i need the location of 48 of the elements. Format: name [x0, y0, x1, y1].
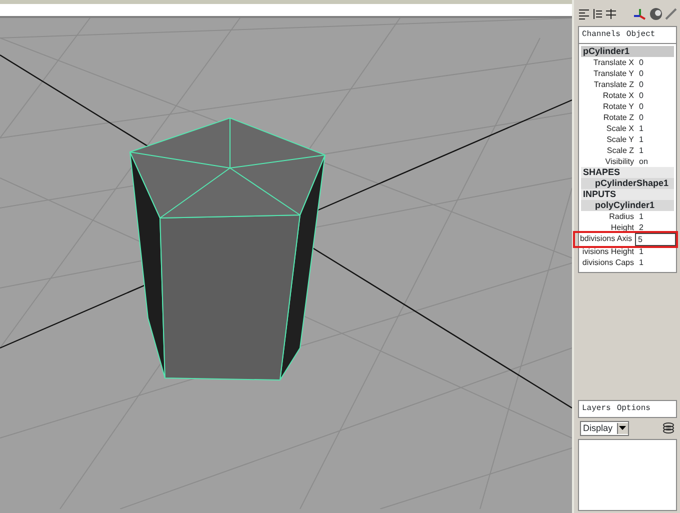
node-name[interactable]: pCylinder1 — [581, 46, 674, 57]
list-icon[interactable] — [591, 8, 603, 20]
align-left-icon[interactable] — [578, 8, 590, 20]
attribute-label: Translate X — [592, 57, 635, 68]
menu-item[interactable]: Options — [616, 402, 650, 414]
attribute-label: Scale Y — [606, 134, 635, 145]
sphere-icon[interactable] — [648, 7, 662, 21]
menu-item[interactable]: Layers — [582, 402, 611, 414]
attribute-value[interactable]: 2 — [637, 222, 674, 233]
attribute-value[interactable]: 0 — [637, 101, 674, 112]
axes-icon[interactable] — [633, 7, 646, 21]
attribute-value[interactable]: on — [637, 156, 674, 167]
attribute-label: Scale Z — [606, 145, 635, 156]
attribute-label: Visibility — [604, 156, 635, 167]
attribute-label: Rotate Y — [602, 101, 635, 112]
attribute-value[interactable]: 0 — [637, 90, 674, 101]
attribute-value[interactable]: 0 — [637, 57, 674, 68]
value-field[interactable]: 5 — [635, 233, 676, 246]
attribute-value[interactable]: 1 — [637, 134, 674, 145]
attribute-label: Rotate Z — [602, 112, 635, 123]
section-header: SHAPES — [581, 167, 674, 178]
attribute-label: divisions Caps — [581, 257, 635, 268]
attribute-value[interactable]: 1 — [637, 123, 674, 134]
attribute-label: Rotate X — [602, 90, 635, 101]
attribute-label: ivisions Height — [581, 246, 635, 257]
display-dropdown[interactable]: Display — [580, 420, 629, 436]
menu-item[interactable]: Object — [626, 29, 656, 41]
attribute-value[interactable]: 1 — [637, 246, 674, 257]
attribute-value[interactable]: 1 — [637, 145, 674, 156]
attribute-label: Translate Z — [592, 79, 635, 90]
menu-item[interactable]: Channels — [582, 29, 620, 41]
attribute-label: bdivisions Axis — [579, 233, 633, 245]
attribute-label: Translate Y — [592, 68, 635, 79]
attribute-value[interactable]: 1 — [637, 257, 674, 268]
attribute-label: Radius — [608, 211, 635, 222]
node-name[interactable]: pCylinderShape1 — [581, 178, 674, 189]
attribute-value[interactable]: 0 — [637, 68, 674, 79]
command-field[interactable] — [0, 0, 572, 18]
list-icon[interactable] — [604, 8, 616, 20]
node-name[interactable]: polyCylinder1 — [581, 200, 674, 211]
attribute-value[interactable]: 0 — [637, 79, 674, 90]
attribute-label: Height — [610, 222, 635, 233]
caret-icon — [619, 426, 626, 430]
attribute-value[interactable]: 0 — [637, 112, 674, 123]
section-header: INPUTS — [581, 189, 674, 200]
attribute-label: Scale X — [605, 123, 635, 134]
layers-icon[interactable] — [662, 422, 675, 434]
attribute-value[interactable]: 1 — [637, 211, 674, 222]
